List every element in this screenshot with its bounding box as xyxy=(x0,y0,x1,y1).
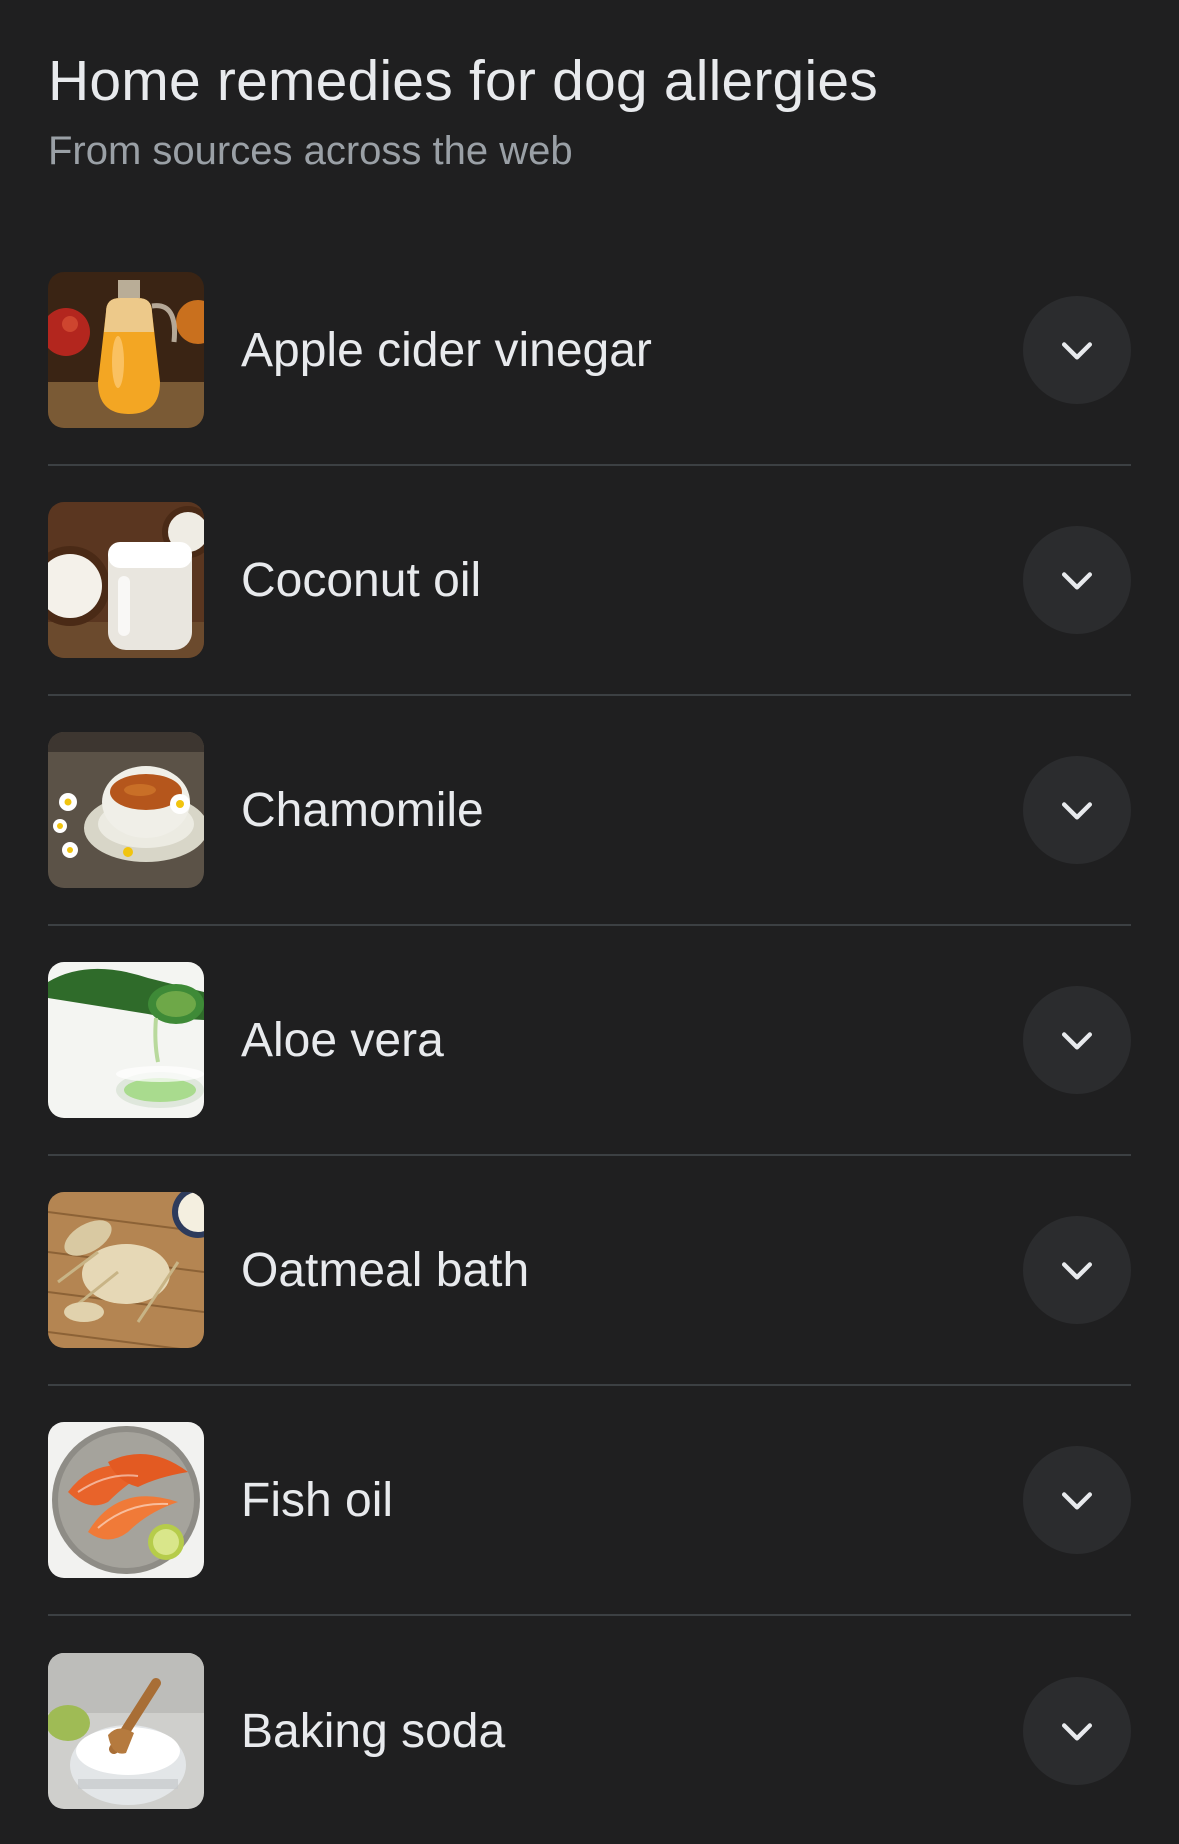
item-label: Chamomile xyxy=(241,783,484,837)
list-item-oatmeal-bath[interactable]: Oatmeal bath xyxy=(48,1156,1131,1386)
page-title: Home remedies for dog allergies xyxy=(48,49,878,113)
list-item-aloe-vera[interactable]: Aloe vera xyxy=(48,926,1131,1156)
list-item-coconut-oil[interactable]: Coconut oil xyxy=(48,466,1131,696)
chevron-down-icon xyxy=(1061,1492,1093,1510)
chevron-down-icon xyxy=(1061,802,1093,820)
expand-button[interactable] xyxy=(1023,296,1131,404)
remedy-list: Apple cider vinegar Coconut oil Chamomil… xyxy=(48,236,1131,1844)
expand-button[interactable] xyxy=(1023,986,1131,1094)
expand-button[interactable] xyxy=(1023,1216,1131,1324)
item-label: Aloe vera xyxy=(241,1013,444,1067)
baking-soda-thumbnail xyxy=(48,1653,204,1809)
item-label: Coconut oil xyxy=(241,553,482,607)
expand-button[interactable] xyxy=(1023,756,1131,864)
chevron-down-icon xyxy=(1061,1032,1093,1050)
expand-button[interactable] xyxy=(1023,1446,1131,1554)
aloe-vera-thumbnail xyxy=(48,962,204,1118)
item-label: Fish oil xyxy=(241,1473,394,1527)
chevron-down-icon xyxy=(1061,1723,1093,1741)
item-label: Oatmeal bath xyxy=(241,1243,530,1297)
expand-button[interactable] xyxy=(1023,526,1131,634)
chevron-down-icon xyxy=(1061,572,1093,590)
apple-cider-vinegar-thumbnail xyxy=(48,272,204,428)
oatmeal-bath-thumbnail xyxy=(48,1192,204,1348)
chevron-down-icon xyxy=(1061,1262,1093,1280)
list-item-baking-soda[interactable]: Baking soda xyxy=(48,1616,1131,1844)
fish-oil-thumbnail xyxy=(48,1422,204,1578)
list-item-fish-oil[interactable]: Fish oil xyxy=(48,1386,1131,1616)
remedies-panel: Home remedies for dog allergies From sou… xyxy=(0,0,1179,1844)
chamomile-thumbnail xyxy=(48,732,204,888)
expand-button[interactable] xyxy=(1023,1677,1131,1785)
item-label: Baking soda xyxy=(241,1704,506,1758)
page-subtitle: From sources across the web xyxy=(48,129,573,173)
chevron-down-icon xyxy=(1061,342,1093,360)
list-item-apple-cider-vinegar[interactable]: Apple cider vinegar xyxy=(48,236,1131,466)
item-label: Apple cider vinegar xyxy=(241,323,652,377)
list-item-chamomile[interactable]: Chamomile xyxy=(48,696,1131,926)
panel-header: Home remedies for dog allergies From sou… xyxy=(48,0,1131,176)
coconut-oil-thumbnail xyxy=(48,502,204,658)
